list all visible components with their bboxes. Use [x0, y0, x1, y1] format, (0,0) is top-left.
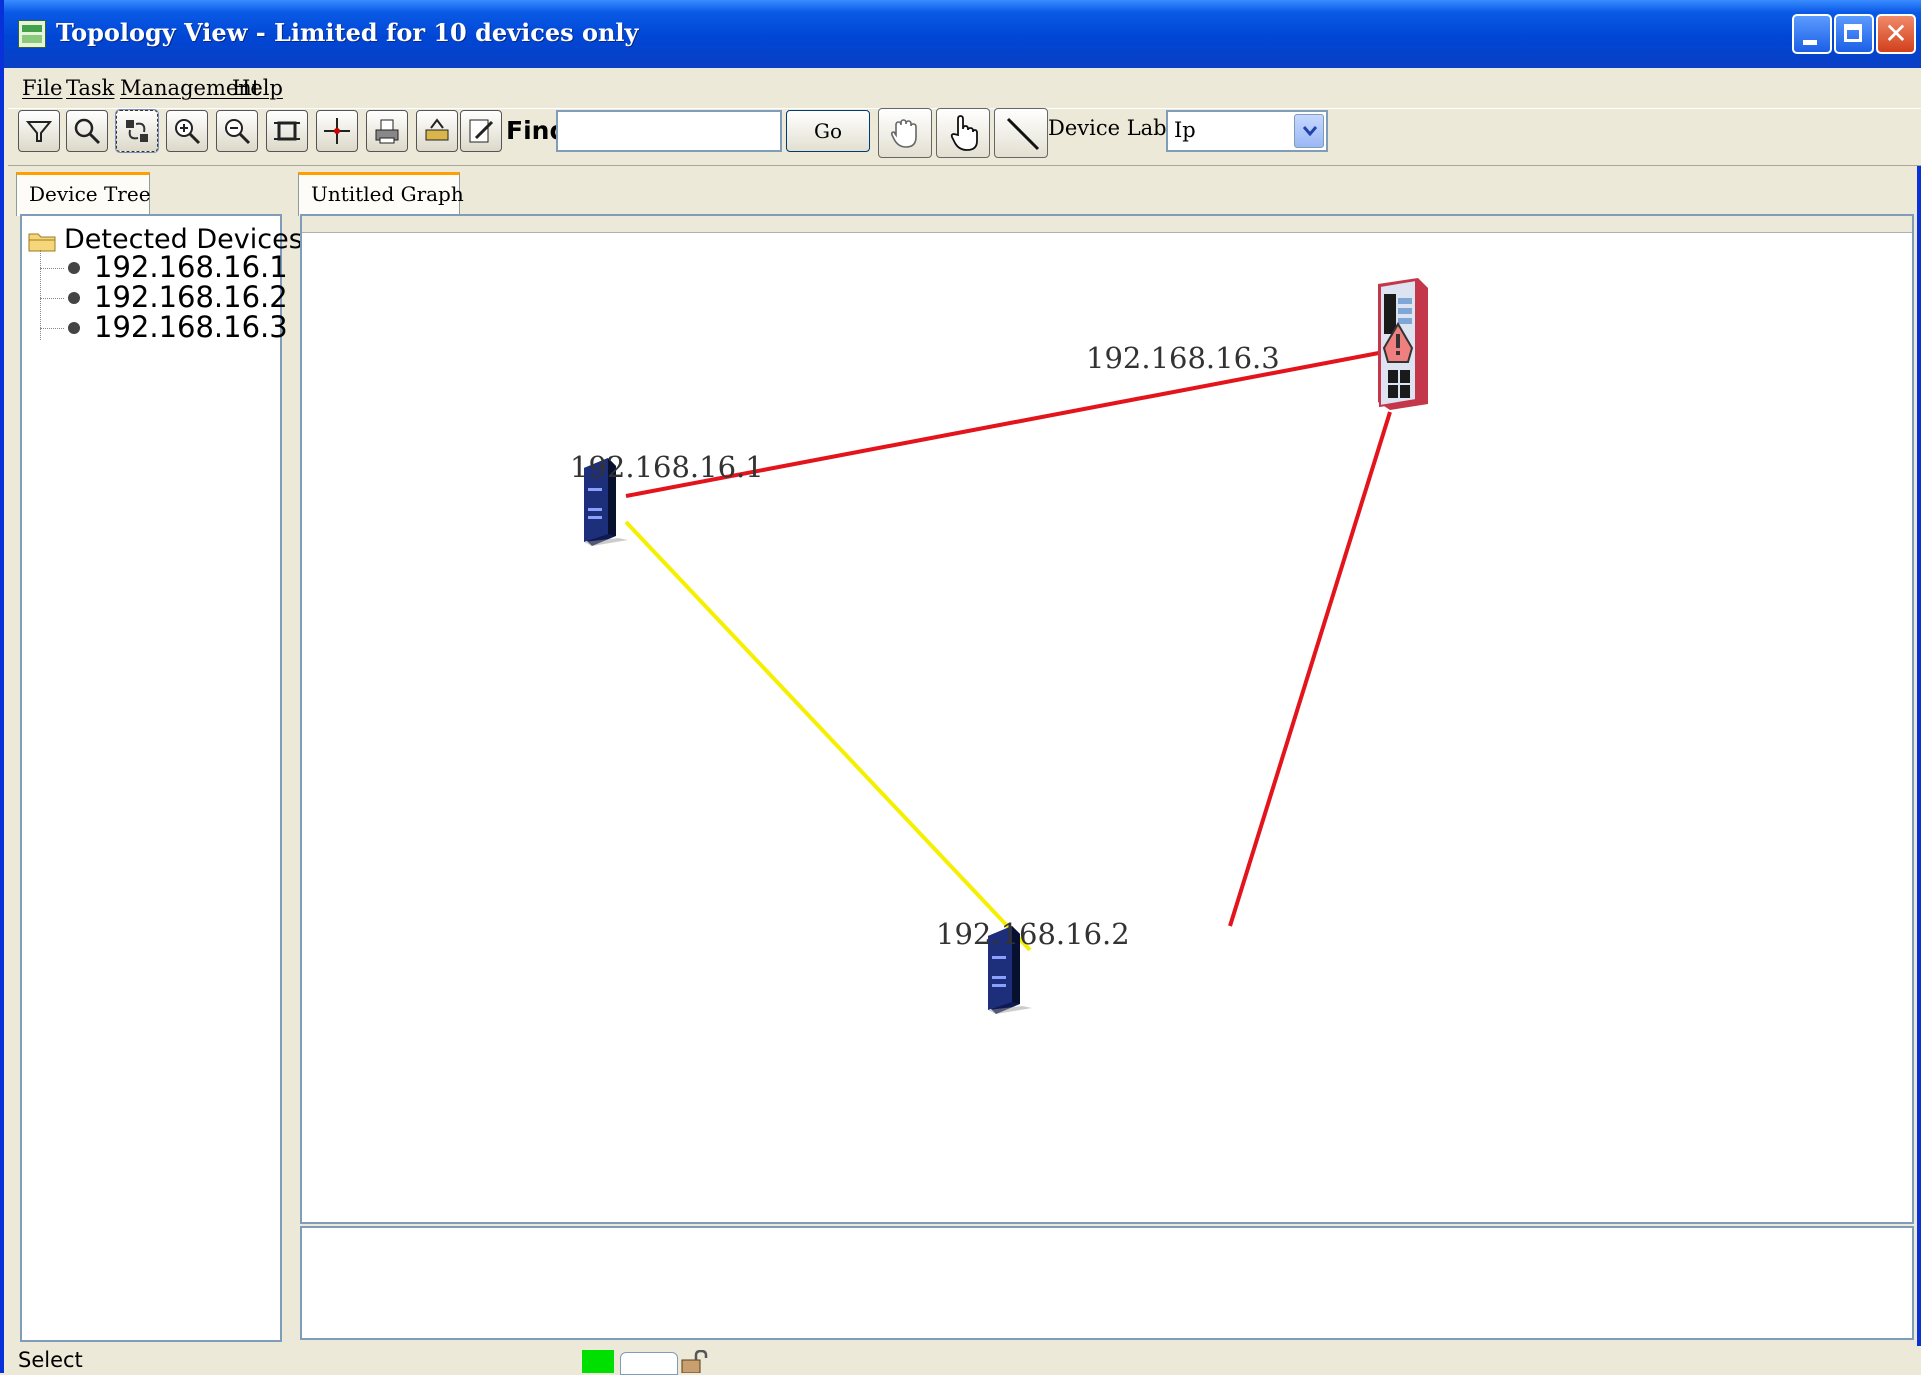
link-mode-button[interactable]: [994, 108, 1048, 158]
select-mode-button[interactable]: [936, 108, 990, 158]
center-button[interactable]: [316, 110, 358, 152]
title-bar[interactable]: Topology View - Limited for 10 devices o…: [4, 0, 1921, 68]
tree-item-device[interactable]: 192.168.16.2: [94, 280, 288, 314]
fit-to-window-icon: [274, 121, 300, 141]
search-icon: [74, 118, 101, 145]
message-panel[interactable]: [300, 1226, 1914, 1340]
lock-icon[interactable]: [680, 1350, 710, 1373]
graph-view[interactable]: 192.168.16.1 192.168.16.2 192.168.16.3: [300, 214, 1914, 1224]
zoom-out-icon: [225, 119, 251, 145]
tree-item-device[interactable]: 192.168.16.1: [94, 250, 288, 284]
topology-window: Topology View - Limited for 10 devices o…: [0, 0, 1921, 1375]
export-icon: [425, 118, 449, 141]
link-line-icon: [1006, 117, 1040, 151]
tree-item-device[interactable]: 192.168.16.3: [94, 310, 288, 344]
chevron-down-icon: [1302, 126, 1318, 137]
auto-layout-button[interactable]: [115, 109, 159, 153]
edit-icon: [469, 119, 494, 143]
minimize-button[interactable]: [1792, 14, 1832, 54]
window-title: Topology View - Limited for 10 devices o…: [56, 18, 639, 47]
status-text: Select: [18, 1348, 83, 1372]
print-icon: [375, 119, 399, 144]
menu-file[interactable]: File: [22, 76, 62, 100]
bullet-icon: [68, 292, 80, 304]
device-label-select[interactable]: Ip: [1166, 110, 1328, 152]
close-button[interactable]: ✕: [1876, 14, 1916, 54]
zoom-out-button[interactable]: [216, 110, 258, 152]
select-hand-icon: [950, 115, 978, 151]
center-icon: [324, 118, 350, 144]
pan-mode-button[interactable]: [878, 108, 932, 158]
device-tree: Detected Devices 192.168.16.1 192.168.16…: [20, 214, 303, 1342]
auto-layout-icon: [126, 120, 148, 142]
tab-untitled-graph[interactable]: Untitled Graph: [298, 172, 464, 216]
search-button[interactable]: [66, 110, 108, 152]
managed-switch-alert-icon[interactable]: [1378, 278, 1428, 410]
zoom-in-icon: [175, 119, 201, 145]
link-line[interactable]: [1228, 411, 1392, 927]
status-indicator: [582, 1350, 614, 1373]
tree-connector: [40, 250, 41, 340]
fit-to-window-button[interactable]: [266, 110, 308, 152]
menu-task[interactable]: Task: [66, 76, 114, 100]
link-line[interactable]: [624, 520, 1032, 952]
tree-connector: [40, 268, 64, 269]
device-label-value: Ip: [1174, 118, 1196, 142]
node-label[interactable]: 192.168.16.3: [1086, 341, 1280, 375]
export-button[interactable]: [416, 110, 458, 152]
status-field: [620, 1352, 678, 1375]
filter-icon: [25, 121, 53, 142]
node-label[interactable]: 192.168.16.1: [570, 450, 764, 484]
maximize-button[interactable]: [1834, 14, 1874, 54]
bullet-icon: [68, 262, 80, 274]
bullet-icon: [68, 322, 80, 334]
dropdown-button[interactable]: [1294, 114, 1324, 148]
find-input[interactable]: [556, 110, 782, 152]
tree-connector: [40, 298, 64, 299]
go-button[interactable]: Go: [786, 110, 870, 152]
close-icon: ✕: [1884, 17, 1908, 50]
folder-icon: [28, 233, 56, 252]
pan-hand-icon: [890, 119, 917, 148]
topology-app-icon: [18, 20, 46, 48]
tree-connector: [40, 328, 64, 329]
zoom-in-button[interactable]: [166, 110, 208, 152]
menu-bar: File Task Management Help: [8, 68, 1921, 108]
node-label[interactable]: 192.168.16.2: [936, 917, 1130, 951]
edit-button[interactable]: [460, 110, 502, 152]
tab-device-tree[interactable]: Device Tree: [16, 172, 151, 216]
status-bar: Select: [8, 1346, 1921, 1373]
menu-help[interactable]: Help: [232, 76, 283, 100]
print-button[interactable]: [366, 110, 408, 152]
filter-button[interactable]: [18, 110, 60, 152]
